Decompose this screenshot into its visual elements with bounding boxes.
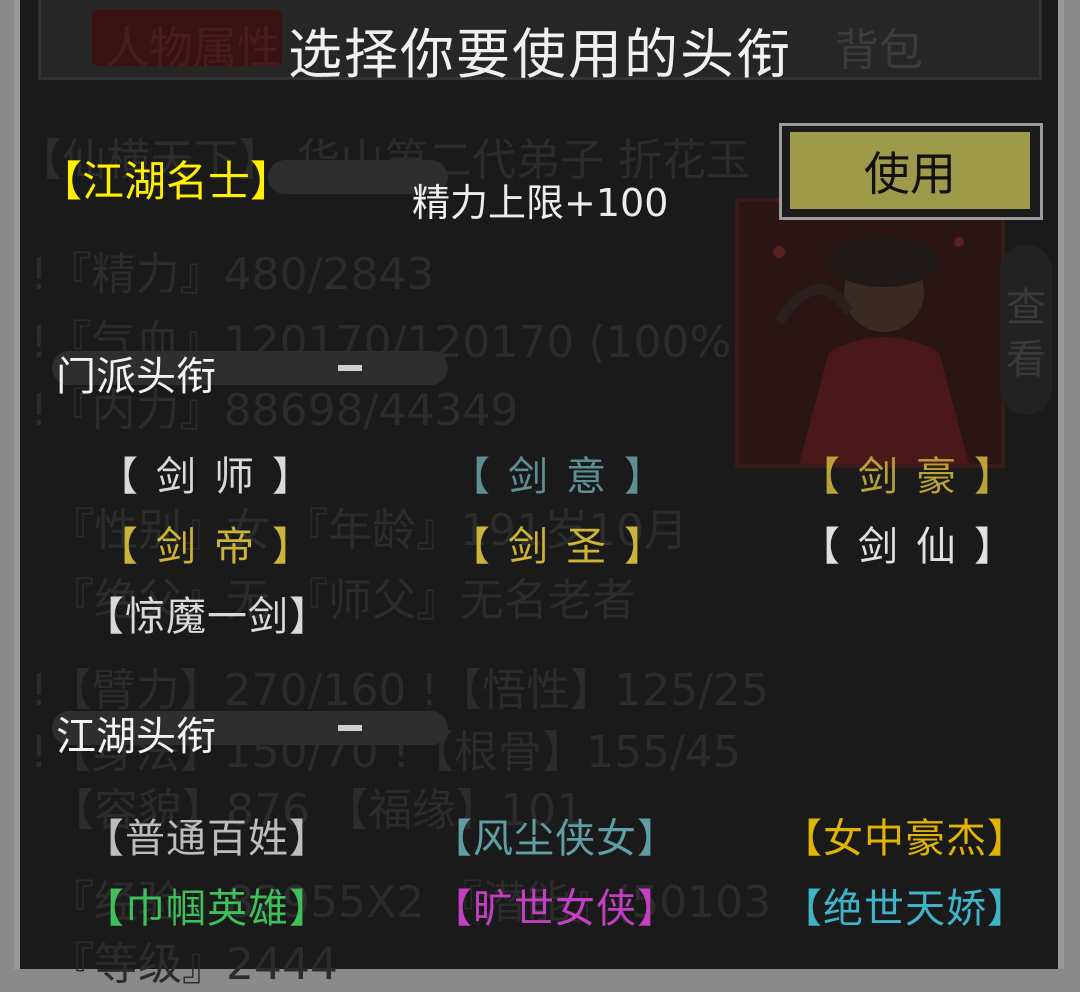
- dialog-title: 选择你要使用的头衔: [288, 23, 792, 86]
- section-label-jianghu: 江湖头衔: [56, 714, 216, 760]
- current-title: 【江湖名士】: [40, 157, 293, 206]
- title-option-label: 【风尘侠女】: [432, 816, 678, 862]
- title-option-label: 【剑豪】: [800, 454, 1032, 500]
- title-option-label: 【巾帼英雄】: [84, 886, 330, 932]
- title-option[interactable]: 【剑意】: [450, 444, 682, 502]
- title-option[interactable]: 【普通百姓】: [84, 806, 330, 864]
- character-portrait: [735, 198, 1005, 468]
- title-option[interactable]: 【剑帝】: [98, 514, 330, 572]
- title-effect: 精力上限+100: [412, 181, 669, 225]
- title-option[interactable]: 【剑豪】: [800, 444, 1032, 502]
- use-button[interactable]: 使用: [779, 123, 1043, 220]
- title-option-label: 【惊魔一剑】: [84, 594, 330, 640]
- collapse-toggle-icon[interactable]: [338, 365, 362, 371]
- title-option-label: 【剑帝】: [98, 524, 330, 570]
- title-option[interactable]: 【剑师】: [98, 444, 330, 502]
- title-option-label: 【剑仙】: [800, 524, 1032, 570]
- title-option[interactable]: 【旷世女侠】: [432, 876, 678, 934]
- bg-line: !『精力』480/2843: [30, 249, 435, 300]
- title-option[interactable]: 【惊魔一剑】: [84, 584, 330, 642]
- title-option[interactable]: 【绝世天娇】: [782, 876, 1028, 934]
- section-label-sect: 门派头衔: [56, 354, 216, 400]
- portrait-figure-icon: [773, 237, 969, 464]
- use-button-label: 使用: [790, 132, 1030, 209]
- title-option-label: 【绝世天娇】: [782, 886, 1028, 932]
- title-option-label: 【剑师】: [98, 454, 330, 500]
- title-option-label: 【普通百姓】: [84, 816, 330, 862]
- title-option[interactable]: 【剑仙】: [800, 514, 1032, 572]
- title-option-label: 【女中豪杰】: [782, 816, 1028, 862]
- title-option[interactable]: 【女中豪杰】: [782, 806, 1028, 864]
- title-option-label: 【剑意】: [450, 454, 682, 500]
- bg-view-button-label: 查看: [1006, 285, 1046, 383]
- collapse-toggle-icon[interactable]: [338, 725, 362, 731]
- title-option[interactable]: 【巾帼英雄】: [84, 876, 330, 934]
- title-option-label: 【旷世女侠】: [432, 886, 678, 932]
- title-option-label: 【剑圣】: [450, 524, 682, 570]
- title-option[interactable]: 【风尘侠女】: [432, 806, 678, 864]
- bg-line: 『等级』2444: [50, 939, 338, 990]
- title-option[interactable]: 【剑圣】: [450, 514, 682, 572]
